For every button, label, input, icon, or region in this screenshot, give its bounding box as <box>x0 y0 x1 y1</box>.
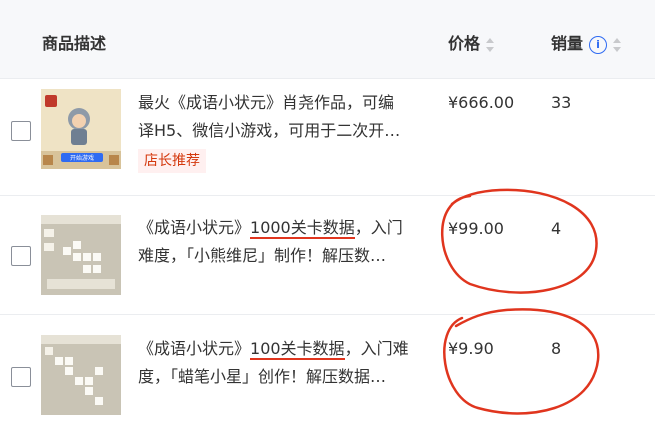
product-thumbnail-image: 开始游戏 <box>41 89 121 169</box>
product-description[interactable]: 最火《成语小状元》肖尧作品，可编 译H5、微信小游戏，可用于二次开… <box>138 89 428 145</box>
product-thumbnail[interactable]: 开始游戏 <box>41 89 121 169</box>
description-line: 《成语小状元》1000关卡数据，入门 <box>138 214 428 242</box>
column-header-sales[interactable]: 销量 i <box>551 30 622 54</box>
description-line: 最火《成语小状元》肖尧作品，可编 <box>138 93 395 112</box>
product-thumbnail-image <box>41 215 121 295</box>
description-line: 《成语小状元》100关卡数据，入门难 <box>138 335 428 363</box>
product-description[interactable]: 《成语小状元》100关卡数据，入门难 度，「蜡笔小星」创作！解压数据… <box>138 335 428 391</box>
table-header: 商品描述 价格 销量 i <box>0 0 655 79</box>
description-text: ，入门难 <box>344 339 409 358</box>
product-thumbnail[interactable] <box>41 215 121 295</box>
store-recommend-badge: 店长推荐 <box>138 149 206 173</box>
price-value: ¥666.00 <box>448 93 515 112</box>
row-checkbox[interactable] <box>11 246 31 266</box>
thumbnail-button-text: 开始游戏 <box>70 154 94 162</box>
sales-value: 4 <box>551 219 562 238</box>
description-line: 难度，「小熊维尼」制作！解压数… <box>138 246 387 265</box>
product-description[interactable]: 《成语小状元》1000关卡数据，入门 难度，「小熊维尼」制作！解压数… <box>138 214 428 270</box>
row-checkbox[interactable] <box>11 367 31 387</box>
table-row: 《成语小状元》100关卡数据，入门难 度，「蜡笔小星」创作！解压数据… ¥9.9… <box>0 315 655 432</box>
info-icon[interactable]: i <box>589 35 608 54</box>
price-value: ¥9.90 <box>448 339 494 358</box>
sales-value: 33 <box>551 93 572 112</box>
table-row: 开始游戏 最火《成语小状元》肖尧作品，可编 译H5、微信小游戏，可用于二次开… … <box>0 79 655 196</box>
product-thumbnail-image <box>41 335 121 415</box>
description-text: 《成语小状元》 <box>138 339 251 358</box>
column-header-price[interactable]: 价格 <box>448 30 495 54</box>
highlighted-text: 100关卡数据 <box>250 339 345 360</box>
description-line: 译H5、微信小游戏，可用于二次开… <box>138 121 401 140</box>
column-header-price-label: 价格 <box>448 34 481 53</box>
description-text: ，入门 <box>354 218 403 237</box>
description-text: 《成语小状元》 <box>138 218 251 237</box>
description-line: 度，「蜡笔小星」创作！解压数据… <box>138 367 387 386</box>
price-value: ¥99.00 <box>448 219 504 238</box>
row-checkbox[interactable] <box>11 121 31 141</box>
table-row: 《成语小状元》1000关卡数据，入门 难度，「小熊维尼」制作！解压数… ¥99.… <box>0 196 655 315</box>
column-header-description: 商品描述 <box>42 34 107 53</box>
column-header-sales-label: 销量 <box>551 34 584 53</box>
highlighted-text: 1000关卡数据 <box>250 218 355 239</box>
sort-icon[interactable] <box>613 37 622 52</box>
product-thumbnail[interactable] <box>41 335 121 415</box>
sort-icon[interactable] <box>486 37 495 52</box>
sales-value: 8 <box>551 339 562 358</box>
